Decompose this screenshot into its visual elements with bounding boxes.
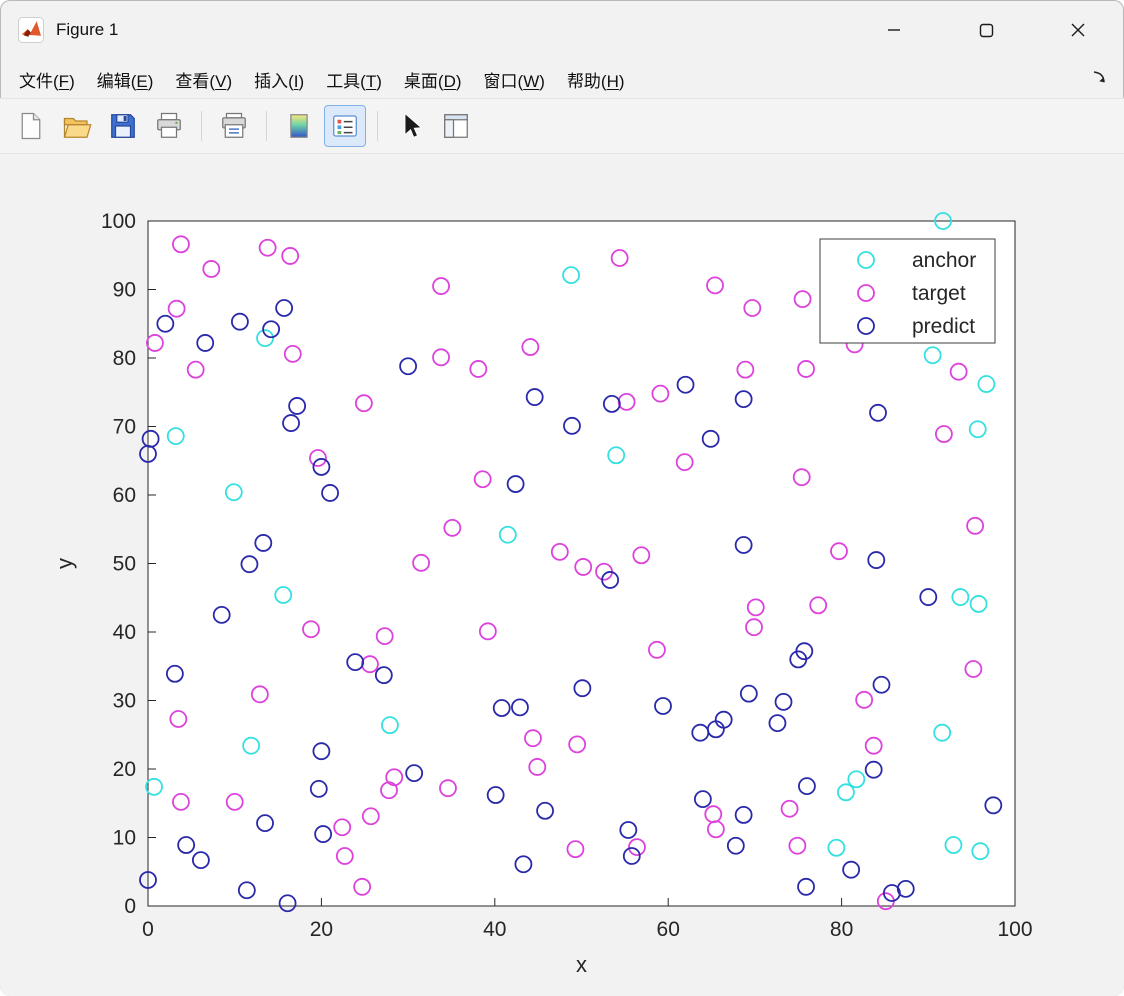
menu-item-h[interactable]: 帮助(H) — [560, 64, 632, 95]
y-tick-label: 40 — [113, 621, 136, 644]
menu-item-v[interactable]: 查看(V) — [168, 64, 239, 95]
menu-item-t[interactable]: 工具(T) — [319, 64, 389, 95]
y-tick-label: 90 — [113, 279, 136, 302]
insert-legend-icon[interactable] — [324, 105, 366, 147]
window-controls — [878, 14, 1124, 46]
y-axis: 0 10 20 30 40 50 60 70 80 90 100 y — [52, 210, 156, 918]
edit-plot-icon[interactable] — [389, 105, 431, 147]
colormap-icon[interactable] — [278, 105, 320, 147]
x-tick-label: 60 — [657, 918, 680, 941]
property-inspector-icon[interactable] — [435, 105, 477, 147]
menu-bar: 文件(F) 编辑(E) 查看(V) 插入(I) 工具(T) 桌面(D) 窗口(W) 帮助(H) — [0, 60, 1124, 98]
y-tick-label: 80 — [113, 347, 136, 370]
y-tick-label: 0 — [124, 895, 136, 918]
dock-figure-icon[interactable] — [1088, 66, 1112, 93]
x-tick-label: 40 — [483, 918, 506, 941]
menu-item-e[interactable]: 编辑(E) — [90, 64, 161, 95]
y-tick-label: 60 — [113, 484, 136, 507]
menu-item-w[interactable]: 窗口(W) — [477, 64, 552, 95]
x-tick-label: 80 — [830, 918, 853, 941]
x-axis-label: x — [576, 952, 587, 977]
plot-canvas[interactable]: 0 20 40 60 80 100 x 0 10 20 30 40 50 60 70 80 90 100 y anch… — [0, 154, 1124, 996]
print-icon[interactable] — [148, 105, 190, 147]
legend[interactable]: anchor target predict — [819, 238, 996, 344]
toolbar-separator — [201, 111, 202, 141]
figure-area: 0 20 40 60 80 100 x 0 10 20 30 40 50 60 70 80 90 100 y anch… — [0, 154, 1124, 996]
minimize-button[interactable] — [878, 14, 910, 46]
menu-item-i[interactable]: 插入(I) — [247, 64, 311, 95]
figure-window: Figure 1 文件(F) 编辑(E) 查看(V) 插入(I) 工具(T) 桌面(D) 窗… — [0, 0, 1124, 996]
close-button[interactable] — [1062, 14, 1094, 46]
y-tick-label: 70 — [113, 416, 136, 439]
toolbar-separator — [377, 111, 378, 141]
toolbar-separator — [266, 111, 267, 141]
print-preview-icon[interactable] — [213, 105, 255, 147]
open-folder-icon[interactable] — [56, 105, 98, 147]
y-tick-label: 50 — [113, 553, 136, 576]
new-figure-icon[interactable] — [10, 105, 52, 147]
y-axis-label: y — [52, 558, 77, 569]
y-tick-label: 10 — [113, 827, 136, 850]
menu-item-d[interactable]: 桌面(D) — [397, 64, 469, 95]
save-icon[interactable] — [102, 105, 144, 147]
x-tick-label: 20 — [310, 918, 333, 941]
window-title: Figure 1 — [56, 20, 119, 39]
x-tick-label: 100 — [997, 918, 1032, 941]
title-bar: Figure 1 — [0, 0, 1124, 60]
legend-label-anchor: anchor — [912, 249, 976, 272]
y-tick-label: 30 — [113, 690, 136, 713]
y-tick-label: 100 — [101, 210, 136, 233]
legend-label-target: target — [912, 282, 966, 305]
legend-label-predict: predict — [912, 315, 975, 338]
toolbar — [0, 98, 1124, 154]
x-axis: 0 20 40 60 80 100 x — [142, 898, 1033, 977]
matlab-logo-icon — [18, 17, 44, 43]
maximize-button[interactable] — [970, 14, 1002, 46]
menu-item-f[interactable]: 文件(F) — [12, 64, 82, 95]
x-tick-label: 0 — [142, 918, 154, 941]
y-tick-label: 20 — [113, 758, 136, 781]
